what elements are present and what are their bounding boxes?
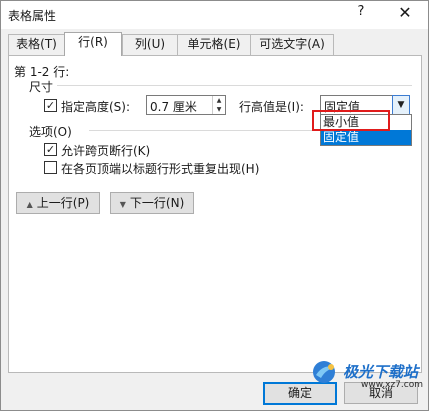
dialog-title: 表格属性 xyxy=(8,9,57,23)
watermark: 极光下载站 www.xz7.com xyxy=(311,359,423,390)
watermark-text: 极光下载站 xyxy=(343,363,419,381)
close-icon[interactable]: ✕ xyxy=(393,3,417,25)
dropdown-option-exact[interactable]: 固定值 xyxy=(321,130,411,145)
dropdown-option-minimum[interactable]: 最小值 xyxy=(321,115,411,130)
tab-table[interactable]: 表格(T) xyxy=(8,34,65,55)
arrow-up-icon: ▲ xyxy=(26,200,33,209)
height-mode-select[interactable]: 固定值 ▼ xyxy=(320,95,410,115)
spinner-buttons: ▲ ▼ xyxy=(212,96,225,114)
specify-height-checkbox[interactable]: ✓ xyxy=(44,99,57,112)
table-properties-dialog: 表格属性 ? ✕ 表格(T) 行(R) 列(U) 单元格(E) 可选文字(A) … xyxy=(0,0,429,411)
height-mode-dropdown: 最小值 固定值 xyxy=(320,114,412,146)
next-row-button[interactable]: ▼ 下一行(N) xyxy=(110,192,194,214)
allow-break-checkbox[interactable]: ✓ xyxy=(44,143,57,156)
height-value: 0.7 厘米 xyxy=(150,100,197,114)
repeat-header-label[interactable]: 在各页顶端以标题行形式重复出现(H) xyxy=(61,160,259,177)
ok-button[interactable]: 确定 xyxy=(263,382,337,405)
help-icon[interactable]: ? xyxy=(350,4,372,24)
size-section-label: 尺寸 xyxy=(29,80,54,94)
height-mode-label: 行高值是(I): xyxy=(239,100,304,114)
specify-height-label[interactable]: 指定高度(S): xyxy=(61,98,130,115)
repeat-header-checkbox[interactable] xyxy=(44,161,57,174)
size-divider xyxy=(57,85,412,86)
prev-row-label: 上一行(P) xyxy=(36,196,90,210)
next-row-label: 下一行(N) xyxy=(129,196,185,210)
options-divider xyxy=(89,130,315,131)
row-tab-panel: 第 1-2 行: 尺寸 ✓ 指定高度(S): 0.7 厘米 ▲ ▼ 行高值是(I… xyxy=(8,55,422,373)
prev-row-button[interactable]: ▲ 上一行(P) xyxy=(16,192,100,214)
title-bar: 表格属性 ? ✕ xyxy=(1,1,428,29)
height-spinner[interactable]: 0.7 厘米 ▲ ▼ xyxy=(146,95,226,115)
spin-down-icon[interactable]: ▼ xyxy=(213,105,225,114)
options-section-label: 选项(O) xyxy=(29,125,72,139)
tab-row[interactable]: 行(R) xyxy=(64,32,122,56)
allow-break-label[interactable]: 允许跨页断行(K) xyxy=(61,142,150,159)
arrow-down-icon: ▼ xyxy=(119,200,126,209)
watermark-url: www.xz7.com xyxy=(361,380,423,390)
watermark-logo-icon xyxy=(313,361,335,383)
tab-cell[interactable]: 单元格(E) xyxy=(177,34,251,55)
spin-up-icon[interactable]: ▲ xyxy=(213,96,225,105)
tab-column[interactable]: 列(U) xyxy=(122,34,178,55)
tab-alt-text[interactable]: 可选文字(A) xyxy=(250,34,334,55)
chevron-down-icon[interactable]: ▼ xyxy=(392,95,410,115)
height-mode-value: 固定值 xyxy=(324,100,361,114)
